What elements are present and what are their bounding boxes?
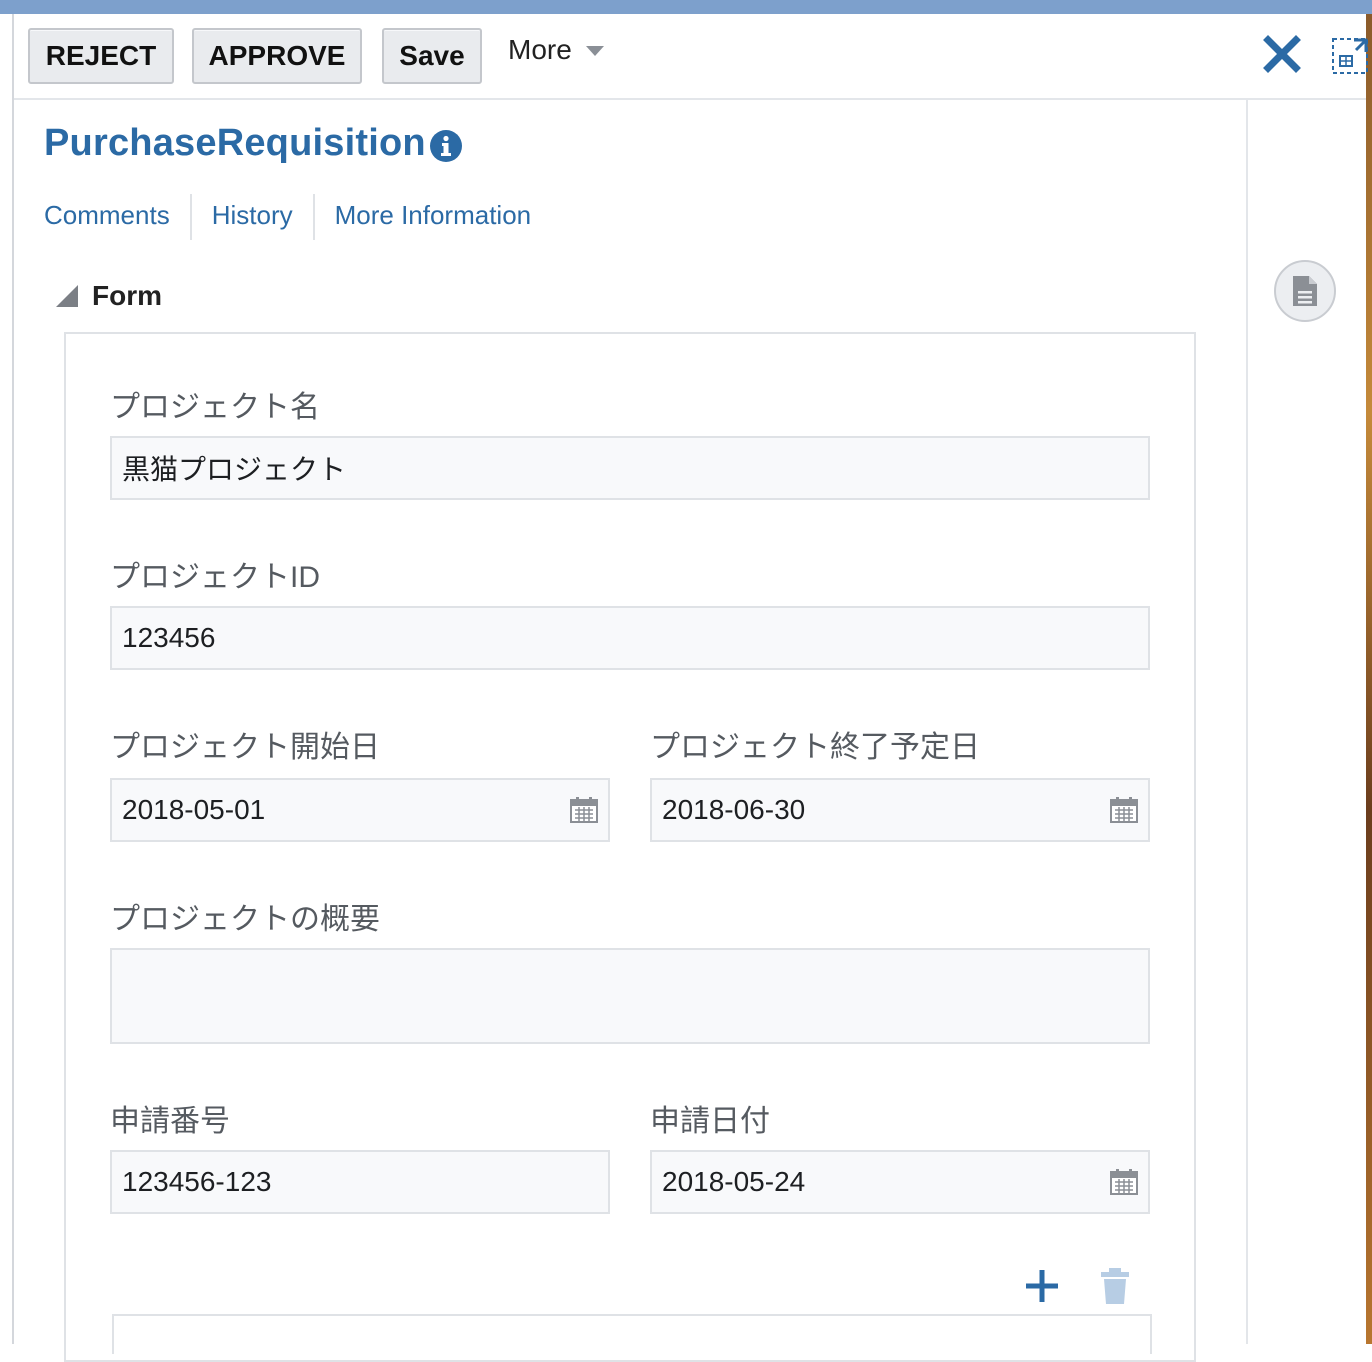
calendar-icon[interactable] [570,797,598,823]
tab-more-information[interactable]: More Information [315,194,552,240]
request-date-value: 2018-05-24 [662,1166,806,1197]
detail-tabs: Comments History More Information [44,194,551,240]
project-name-field[interactable]: 黒猫プロジェクト [110,436,1150,500]
info-icon[interactable] [429,129,463,163]
background-edge [1366,14,1372,1344]
calendar-icon[interactable] [1110,797,1138,823]
project-name-value: 黒猫プロジェクト [122,454,347,485]
request-date-field[interactable]: 2018-05-24 [650,1150,1150,1214]
save-button[interactable]: Save [382,28,482,84]
chevron-down-icon [585,46,604,56]
end-date-field[interactable]: 2018-06-30 [650,778,1150,842]
project-id-value: 123456 [122,622,216,653]
panel-divider [1246,98,1248,1344]
form-section-header[interactable]: Form [56,280,162,312]
tab-comments[interactable]: Comments [44,194,192,240]
project-name-label: プロジェクト名 [110,391,320,424]
calendar-icon[interactable] [1110,1169,1138,1195]
end-date-value: 2018-06-30 [662,794,806,825]
expand-icon[interactable] [1330,36,1370,76]
start-date-field[interactable]: 2018-05-01 [110,778,610,842]
close-icon[interactable] [1262,34,1302,74]
tab-history[interactable]: History [192,194,315,240]
add-icon[interactable] [1022,1266,1062,1306]
request-date-label: 申請日付 [650,1105,770,1138]
window-top-strip [0,0,1372,14]
end-date-label: プロジェクト終了予定日 [650,731,980,764]
delete-icon[interactable] [1098,1266,1132,1306]
toolbar: REJECT APPROVE Save More [14,14,1368,100]
page-title: PurchaseRequisition [44,122,426,164]
document-icon [1293,276,1317,306]
left-border [12,14,14,1344]
start-date-label: プロジェクト開始日 [110,731,380,764]
more-menu-label: More [508,34,572,65]
summary-label: プロジェクトの概要 [110,903,380,936]
request-number-field[interactable]: 123456-123 [110,1150,610,1214]
project-id-label: プロジェクトID [110,561,320,594]
request-number-label: 申請番号 [110,1105,230,1138]
more-menu[interactable]: More [508,34,604,66]
document-button[interactable] [1274,260,1336,322]
start-date-value: 2018-05-01 [122,794,266,825]
project-id-field[interactable]: 123456 [110,606,1150,670]
line-items-table [112,1314,1152,1354]
summary-textarea[interactable] [110,948,1150,1044]
request-number-value: 123456-123 [122,1166,272,1197]
approve-button[interactable]: APPROVE [192,28,362,84]
collapse-triangle-icon [56,285,78,307]
section-title: Form [92,280,162,311]
reject-button[interactable]: REJECT [28,28,174,84]
